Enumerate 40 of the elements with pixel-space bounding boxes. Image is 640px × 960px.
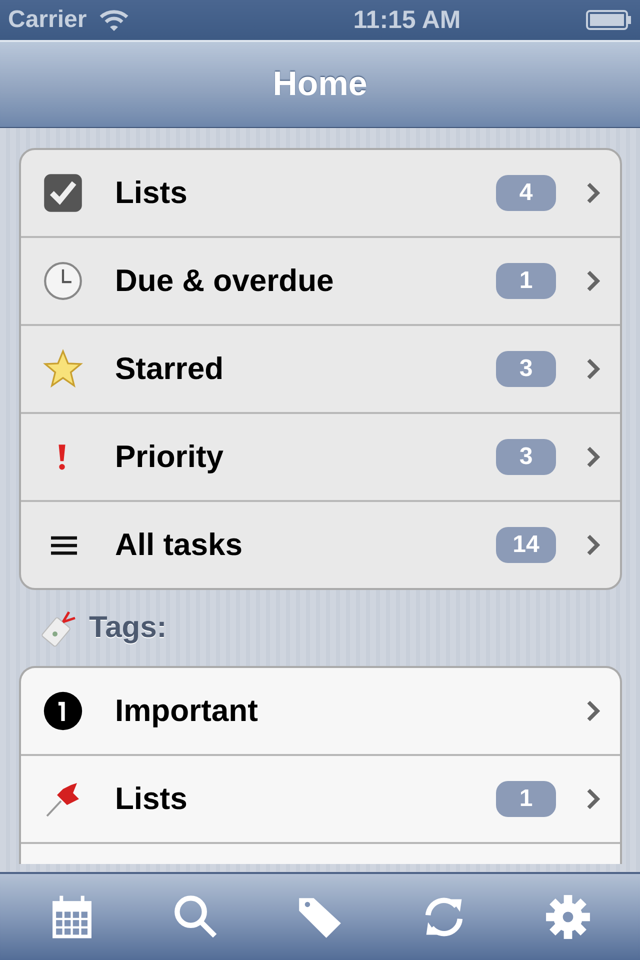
star-icon [43, 349, 83, 389]
clock-icon [43, 261, 83, 301]
count-badge: 1 [496, 781, 556, 817]
carrier-name: Carrier [8, 6, 87, 34]
row-label: Lists [115, 175, 188, 211]
row-label: Starred [115, 351, 225, 387]
chevron-icon [586, 700, 600, 722]
search-icon[interactable] [173, 894, 219, 940]
count-badge: 3 [496, 351, 556, 387]
clock-time: 11:15 AM [353, 6, 461, 34]
chevron-icon [586, 446, 600, 468]
checkbox-icon [43, 173, 83, 213]
chevron-icon [586, 534, 600, 556]
row-label: Important [115, 693, 259, 729]
row-label: Lists [115, 781, 188, 817]
settings-icon[interactable] [545, 894, 591, 940]
row-label: All tasks [115, 527, 244, 563]
list-row[interactable]: Important [21, 668, 620, 756]
list-row[interactable]: Starred 3 [21, 326, 620, 414]
screen-title: Home [272, 65, 368, 104]
count-badge: 14 [496, 527, 556, 563]
list-row[interactable]: Due & overdue 1 [21, 238, 620, 326]
battery-icon [586, 10, 632, 30]
chevron-icon [586, 358, 600, 380]
count-badge: 4 [496, 175, 556, 211]
chevron-icon [586, 182, 600, 204]
row-label: Due & overdue [115, 263, 335, 299]
chevron-icon [586, 788, 600, 810]
list-row[interactable]: Priority 3 [21, 414, 620, 502]
count-badge: 3 [496, 439, 556, 475]
wifi-icon [98, 9, 129, 31]
number-one-icon [43, 691, 83, 731]
section-header: Tags: [89, 611, 167, 645]
row-label: Priority [115, 439, 225, 475]
list-row[interactable]: Lists 1 [21, 756, 620, 844]
chevron-icon [586, 270, 600, 292]
list-row[interactable]: Lists 4 [21, 150, 620, 238]
exclamation-icon [57, 443, 67, 471]
count-badge: 1 [496, 263, 556, 299]
list-row[interactable]: All tasks 14 [21, 502, 620, 588]
